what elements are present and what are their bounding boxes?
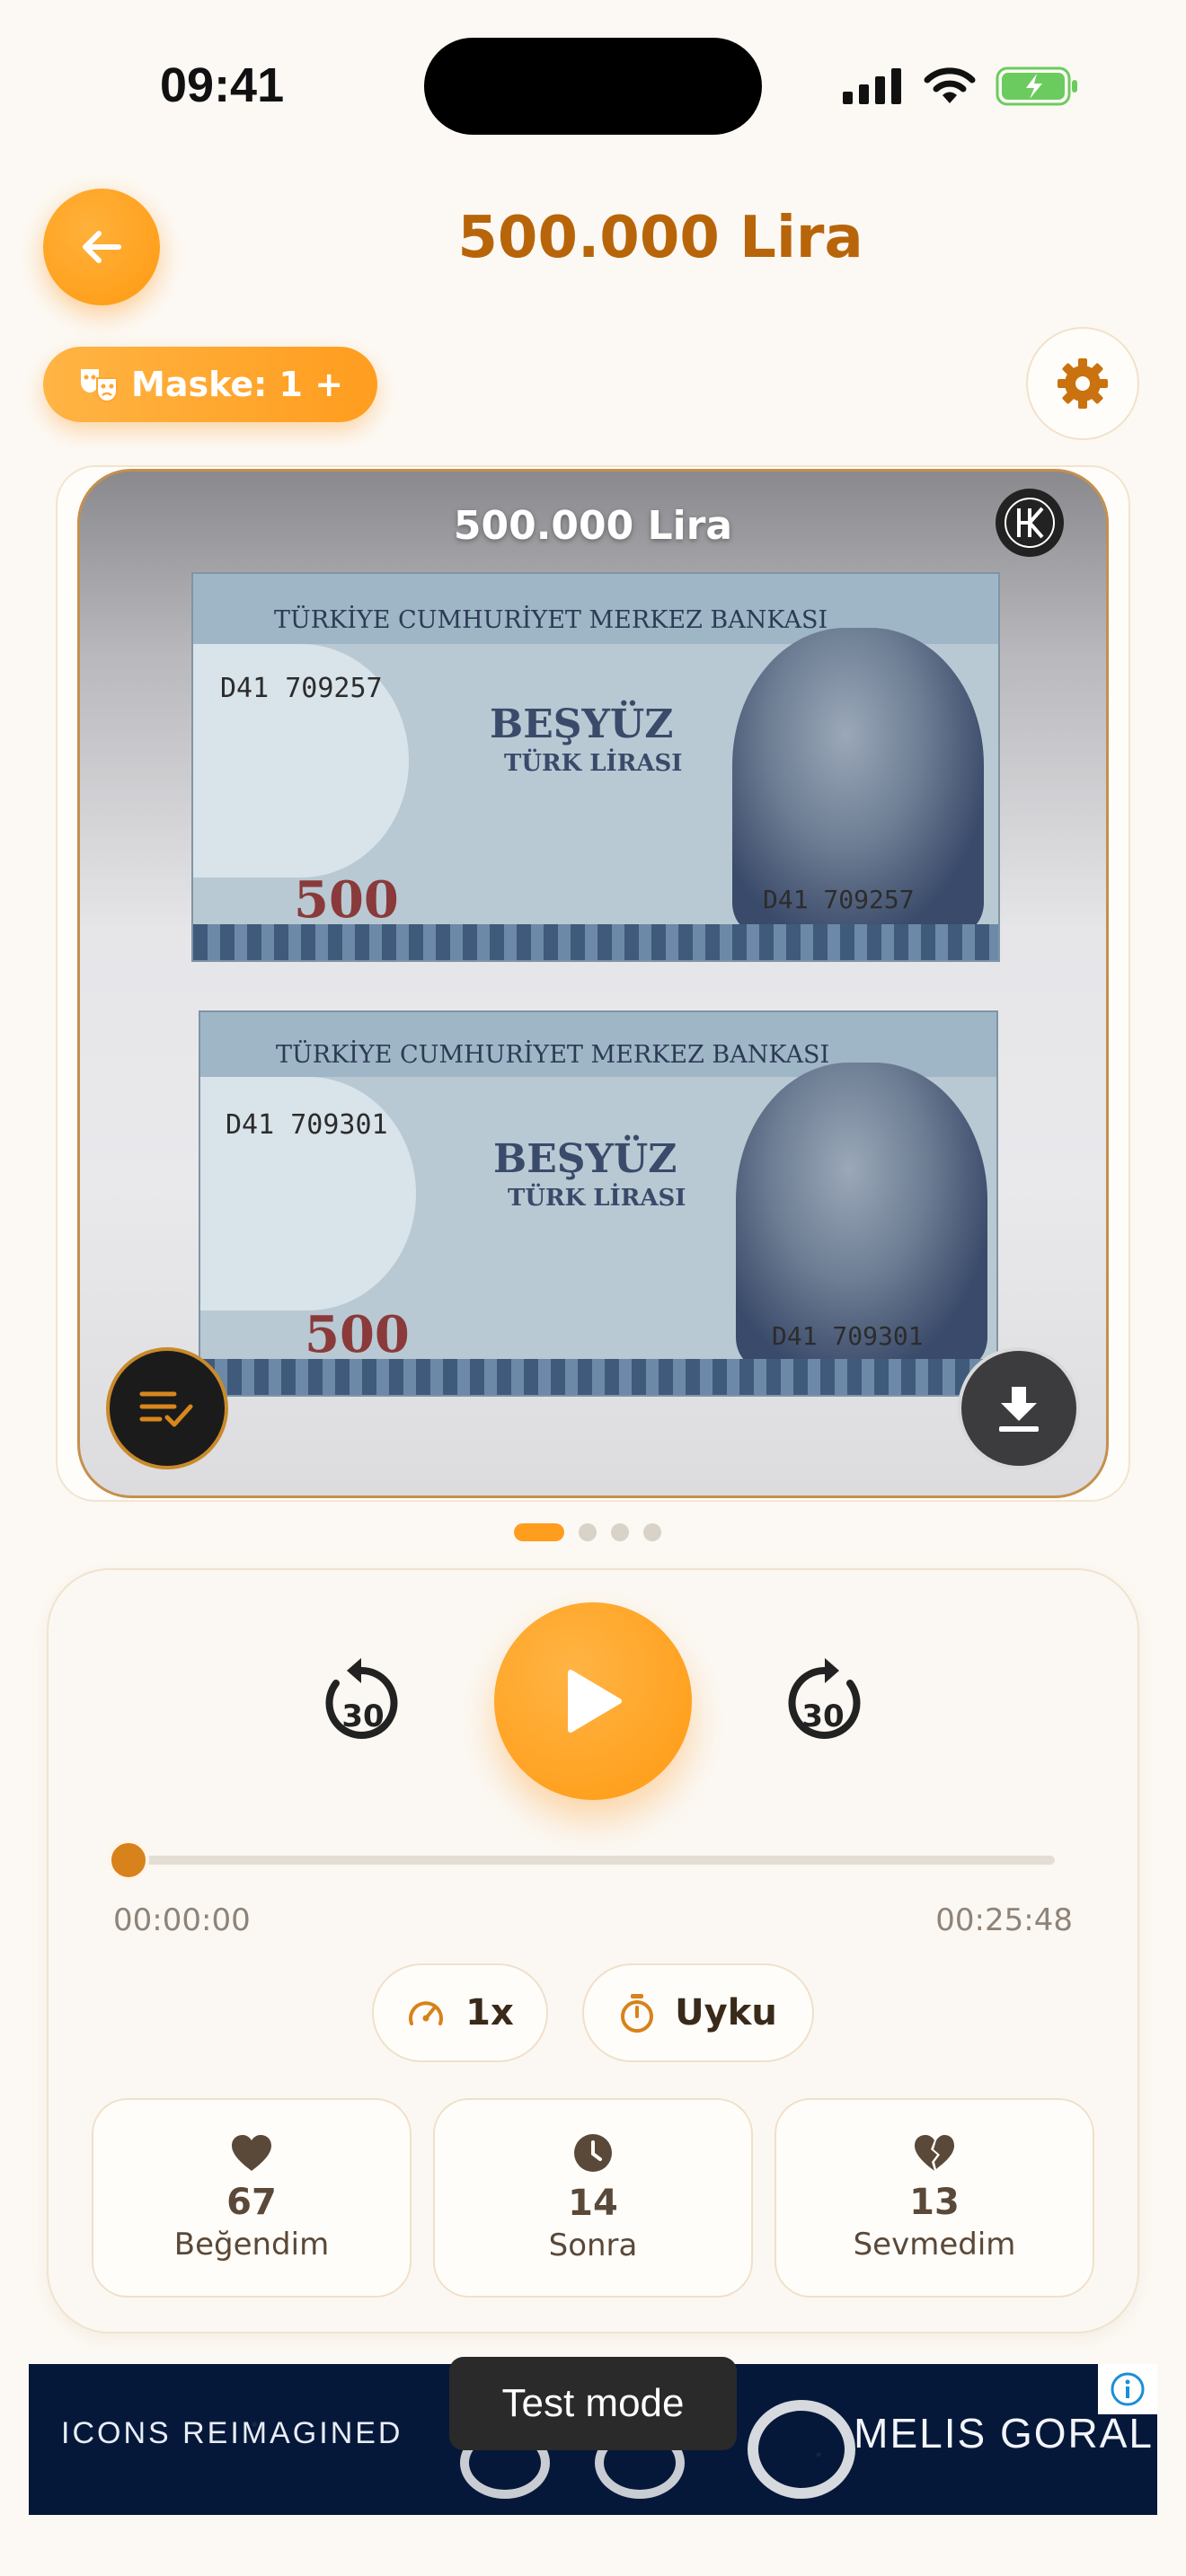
mask-label: Maske: 1 +: [131, 365, 344, 404]
like-label: Beğendim: [173, 2227, 330, 2263]
progress-knob[interactable]: [108, 1839, 149, 1881]
download-button[interactable]: [958, 1347, 1080, 1469]
card-title: 500.000 Lira: [453, 503, 733, 549]
settings-button[interactable]: [1026, 327, 1139, 440]
banknote-serial: D41 709257: [220, 673, 383, 704]
carousel-dot[interactable]: [579, 1523, 597, 1541]
page-title: 500.000 Lira: [457, 205, 863, 271]
status-icons: [843, 63, 1078, 110]
ad-text-right: MELIS GORAL: [854, 2410, 1154, 2457]
banknote-subtitle: TÜRK LİRASI: [504, 750, 683, 777]
speedometer-icon: [409, 2001, 444, 2025]
playlist-button[interactable]: [106, 1347, 228, 1469]
dislike-count: 13: [909, 2182, 960, 2223]
play-icon: [568, 1670, 622, 1733]
forward-30-icon[interactable]: 30: [780, 1651, 870, 1750]
progress-track[interactable]: [128, 1856, 1055, 1865]
dynamic-island: [424, 38, 762, 135]
svg-text:30: 30: [341, 1698, 384, 1734]
like-button[interactable]: 67 Beğendim: [92, 2098, 412, 2298]
heart-icon: [232, 2135, 271, 2171]
banknote-serial-2: D41 709257: [763, 885, 915, 914]
banknote-image[interactable]: TÜRKİYE CUMHURİYET MERKEZ BANKASI D41 70…: [77, 469, 1109, 1498]
ring-image: [748, 2400, 855, 2499]
carousel-dot[interactable]: [514, 1523, 564, 1541]
banknote-bank-text: TÜRKİYE CUMHURİYET MERKEZ BANKASI: [274, 606, 828, 634]
banknote-top: TÜRKİYE CUMHURİYET MERKEZ BANKASI D41 70…: [191, 572, 1000, 962]
sleep-label: Uyku: [675, 1992, 777, 2033]
mask-button[interactable]: Maske: 1 +: [43, 347, 377, 422]
masks-icon: [81, 369, 118, 403]
timer-icon: [621, 1994, 654, 2033]
arrow-left-icon: [83, 231, 121, 263]
dislike-button[interactable]: 13 Sevmedim: [774, 2098, 1094, 2298]
gear-icon: [1058, 358, 1108, 409]
banknote-bottom: TÜRKİYE CUMHURİYET MERKEZ BANKASI D41 70…: [199, 1010, 998, 1397]
sleep-timer-button[interactable]: Uyku: [582, 1963, 814, 2062]
signal-icon: [843, 68, 901, 104]
playlist-check-icon: [139, 1391, 193, 1427]
carousel-indicator: [514, 1523, 661, 1541]
rewind-30-icon[interactable]: 30: [316, 1651, 406, 1750]
carousel-dot[interactable]: [643, 1523, 661, 1541]
hk-logo-icon: [996, 489, 1064, 557]
svg-text:30: 30: [801, 1698, 844, 1734]
test-mode-toast: Test mode: [449, 2357, 737, 2450]
wifi-icon: [924, 67, 976, 103]
clock-icon: [574, 2134, 612, 2172]
banknote-serial: D41 709301: [226, 1109, 388, 1141]
broken-heart-icon: [915, 2135, 954, 2171]
banknote-serial-2: D41 709301: [772, 1321, 924, 1351]
speed-label: 1x: [465, 1992, 514, 2033]
banknote-name: BEŞYÜZ: [490, 701, 674, 747]
speed-button[interactable]: 1x: [372, 1963, 548, 2062]
banknote-value: 500: [305, 1305, 410, 1364]
back-button[interactable]: [43, 189, 160, 305]
carousel-dot[interactable]: [611, 1523, 629, 1541]
battery-icon: [996, 66, 1077, 106]
ad-info-icon[interactable]: [1098, 2364, 1157, 2414]
time-current: 00:00:00: [113, 1902, 251, 1938]
like-count: 67: [226, 2182, 277, 2223]
banknote-bank-text: TÜRKİYE CUMHURİYET MERKEZ BANKASI: [276, 1041, 830, 1069]
download-icon: [999, 1387, 1039, 1432]
status-time: 09:41: [160, 58, 285, 112]
ad-text-left: ICONS REIMAGINED: [61, 2416, 403, 2450]
banknote-value: 500: [294, 870, 399, 930]
later-button[interactable]: 14 Sonra: [433, 2098, 753, 2298]
play-button[interactable]: [494, 1602, 692, 1800]
banknote-name: BEŞYÜZ: [493, 1136, 677, 1182]
later-count: 14: [568, 2183, 618, 2224]
dislike-label: Sevmedim: [853, 2227, 1016, 2263]
banknote-subtitle: TÜRK LİRASI: [508, 1185, 686, 1212]
later-label: Sonra: [548, 2228, 638, 2263]
time-total: 00:25:48: [935, 1902, 1073, 1938]
